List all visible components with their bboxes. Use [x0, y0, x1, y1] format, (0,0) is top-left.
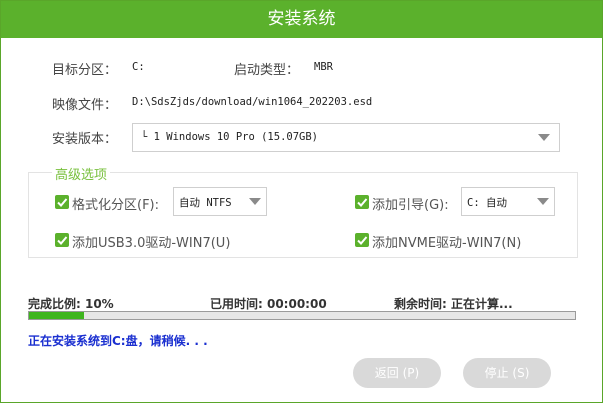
- usb3-driver-label[interactable]: 添加USB3.0驱动-WIN7(U): [72, 232, 230, 251]
- image-file-label: 映像文件：: [52, 98, 118, 113]
- install-version-label: 安装版本：: [52, 132, 118, 147]
- stop-button[interactable]: 停止 (S): [463, 358, 551, 388]
- window-title: 安装系统: [267, 9, 336, 29]
- boot-type-label: 启动类型：: [234, 63, 300, 78]
- check-icon: [357, 236, 368, 245]
- format-partition-value: 自动 NTFS: [179, 197, 232, 209]
- add-boot-value: C: 自动: [467, 197, 507, 209]
- installer-window: 安装系统 目标分区： C: 启动类型： MBR 映像文件： D:\SdsZjds…: [0, 0, 603, 403]
- check-icon: [57, 198, 68, 207]
- usb3-driver-checkbox[interactable]: [55, 233, 69, 247]
- status-message: 正在安装系统到C:盘，请稍候. . .: [28, 334, 208, 348]
- install-version-dropdown[interactable]: └ 1 Windows 10 Pro (15.07GB): [132, 123, 560, 152]
- format-partition-dropdown[interactable]: 自动 NTFS: [173, 187, 267, 216]
- chevron-down-icon: [249, 198, 261, 205]
- back-button[interactable]: 返回 (P): [353, 358, 441, 388]
- target-partition-label: 目标分区：: [52, 63, 118, 78]
- add-boot-dropdown[interactable]: C: 自动: [461, 187, 555, 216]
- add-boot-label[interactable]: 添加引导(G):: [372, 194, 449, 213]
- chevron-down-icon: [538, 134, 550, 141]
- boot-type-value: MBR: [314, 61, 333, 73]
- image-file-path: D:\SdsZjds/download/win1064_202203.esd: [132, 96, 373, 108]
- advanced-options-title: 高级选项: [52, 164, 111, 183]
- target-partition-value: C:: [132, 61, 145, 73]
- progress-bar-fill: [29, 312, 84, 319]
- title-bar[interactable]: 安装系统: [1, 1, 602, 38]
- check-icon: [57, 236, 68, 245]
- completion-ratio: 完成比例: 10%: [28, 297, 114, 311]
- format-partition-checkbox[interactable]: [55, 195, 69, 209]
- nvme-driver-label[interactable]: 添加NVME驱动-WIN7(N): [372, 232, 521, 251]
- add-boot-checkbox[interactable]: [355, 195, 369, 209]
- nvme-driver-checkbox[interactable]: [355, 233, 369, 247]
- install-version-value: └ 1 Windows 10 Pro (15.07GB): [141, 131, 319, 143]
- format-partition-label[interactable]: 格式化分区(F):: [72, 194, 159, 213]
- elapsed-time: 已用时间: 00:00:00: [210, 297, 327, 311]
- chevron-down-icon: [537, 198, 549, 205]
- remaining-time: 剩余时间: 正在计算...: [394, 297, 513, 311]
- progress-bar: [28, 311, 576, 320]
- check-icon: [357, 198, 368, 207]
